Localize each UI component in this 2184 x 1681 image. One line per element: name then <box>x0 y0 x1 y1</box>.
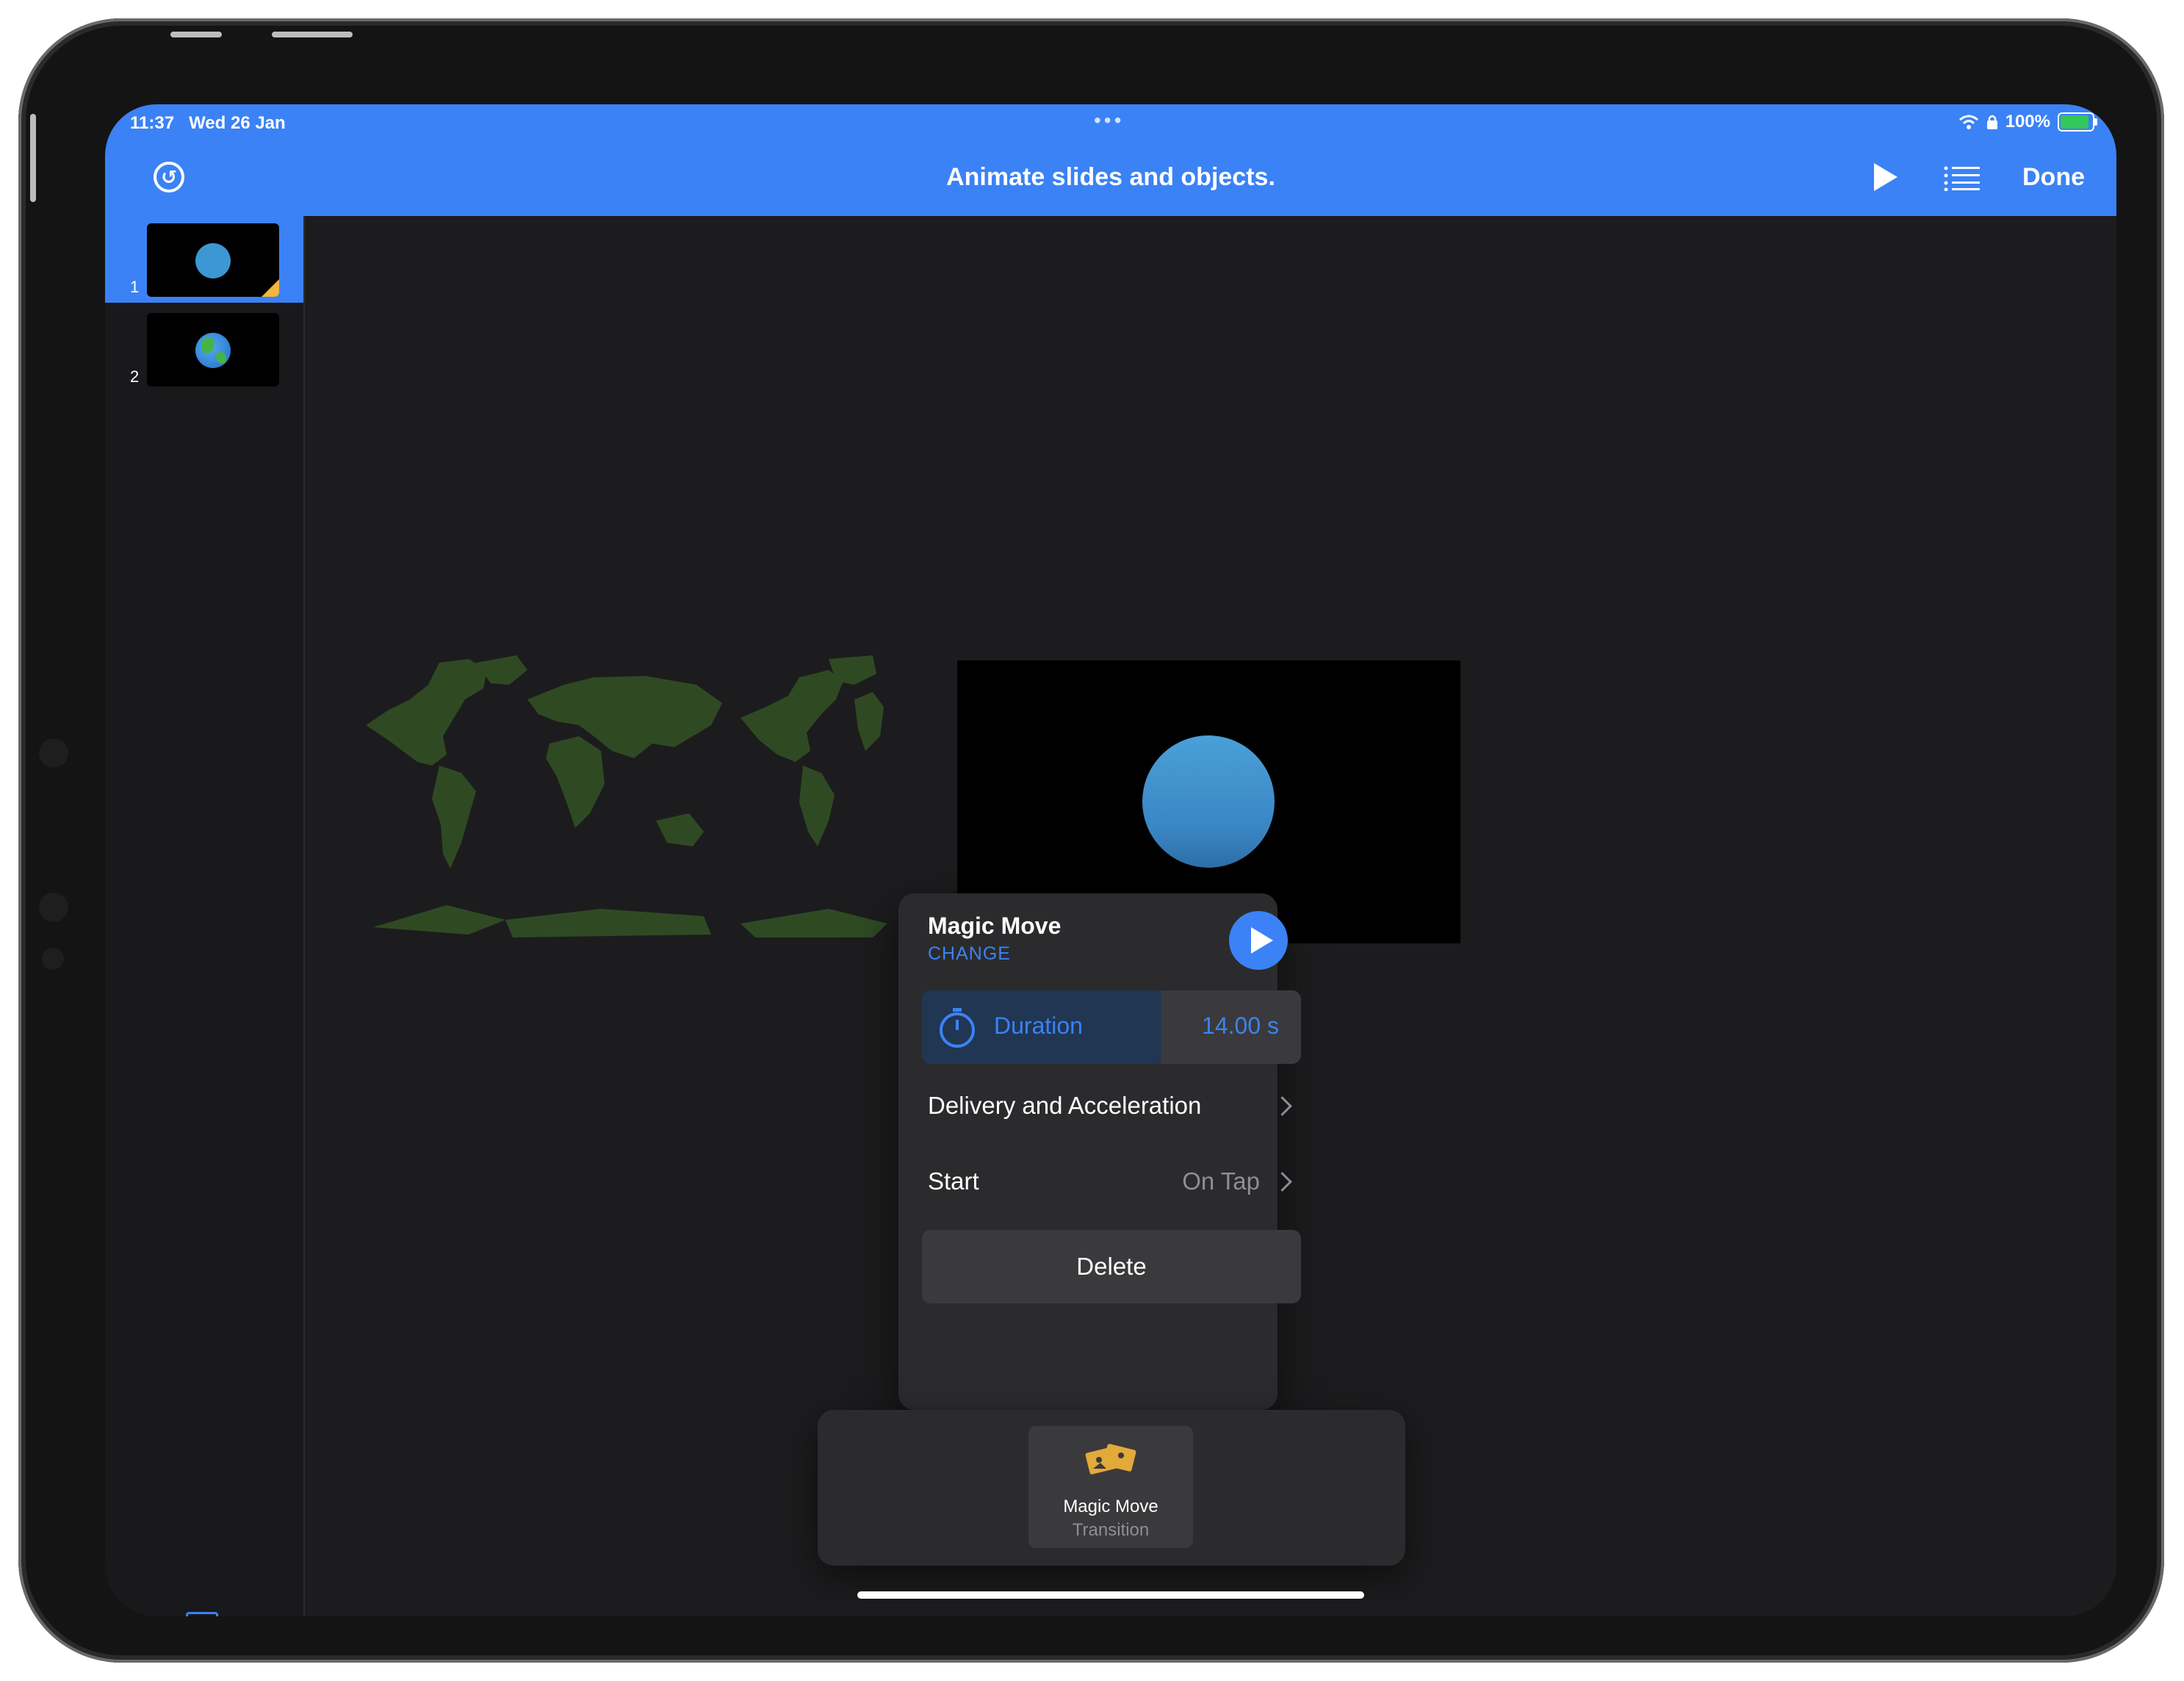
top-toolbar: 11:37 Wed 26 Jan ••• 100% ↺ Animate slid… <box>105 104 2116 216</box>
side-button <box>30 114 36 202</box>
home-indicator[interactable] <box>857 1591 1364 1599</box>
slide-navigator: 1 2 + <box>105 216 305 1616</box>
duration-slider[interactable]: Duration 14.00 s <box>922 990 1301 1064</box>
status-time: 11:37 Wed 26 Jan <box>130 113 286 134</box>
delivery-label: Delivery and Acceleration <box>928 1092 1202 1119</box>
animation-popover: Magic Move CHANGE Duration 14.00 s Deliv… <box>898 893 1301 1410</box>
volume-button <box>272 32 353 37</box>
status-date: Wed 26 Jan <box>189 113 286 133</box>
multitasking-dots[interactable]: ••• <box>1094 109 1124 132</box>
screen: 11:37 Wed 26 Jan ••• 100% ↺ Animate slid… <box>105 104 2116 1616</box>
battery-icon <box>2058 112 2097 132</box>
battery-fill <box>2061 115 2089 129</box>
play-icon[interactable] <box>1874 163 1898 191</box>
volume-button <box>170 32 222 37</box>
duration-label: Duration <box>994 1012 1083 1039</box>
ipad-frame: 11:37 Wed 26 Jan ••• 100% ↺ Animate slid… <box>18 18 2164 1663</box>
camera-sensor <box>39 738 68 768</box>
ball-shape <box>195 243 231 278</box>
transition-item-label: Magic Move <box>1063 1497 1158 1516</box>
done-button[interactable]: Done <box>2022 163 2085 192</box>
slide-thumbnail-2[interactable]: 2 <box>105 306 303 392</box>
list-icon[interactable] <box>1943 166 1980 191</box>
change-transition-button[interactable]: CHANGE <box>928 943 1011 965</box>
slide-thumbnail-1[interactable]: 1 <box>105 216 303 303</box>
slide-preview <box>147 223 279 297</box>
magic-move-icon <box>1085 1444 1136 1475</box>
chevron-right-icon <box>1272 1096 1292 1116</box>
status-right: 100% <box>1958 112 2097 132</box>
toolbar-title: Animate slides and objects. <box>946 163 1275 191</box>
camera-sensor <box>42 948 64 970</box>
transition-item-sublabel: Transition <box>1072 1520 1150 1540</box>
start-label: Start <box>928 1167 979 1195</box>
chevron-right-icon <box>1272 1172 1292 1192</box>
start-value: On Tap <box>1182 1167 1260 1195</box>
slide-preview <box>147 313 279 386</box>
lock-rotation-icon <box>1986 115 1997 129</box>
stopwatch-icon <box>940 1008 975 1048</box>
duration-value: 14.00 s <box>1202 1012 1279 1039</box>
preview-play-button[interactable] <box>1229 911 1288 970</box>
start-row[interactable]: Start On Tap <box>928 1167 1295 1212</box>
status-clock: 11:37 <box>130 113 175 133</box>
wifi-icon <box>1958 115 1978 129</box>
add-slide-button[interactable]: + <box>186 1612 218 1616</box>
delete-button[interactable]: Delete <box>922 1230 1301 1303</box>
slide-number: 1 <box>130 278 140 296</box>
battery-percent: 100% <box>2005 112 2050 132</box>
earth-icon <box>195 333 231 368</box>
ball-shape[interactable] <box>1142 735 1275 868</box>
transition-marker-icon <box>262 279 279 297</box>
slide-number: 2 <box>130 367 140 386</box>
camera-sensor <box>39 893 68 922</box>
magic-move-transition-item[interactable]: Magic Move Transition <box>1028 1426 1193 1548</box>
transition-tray: Magic Move Transition <box>818 1410 1405 1566</box>
transition-name: Magic Move <box>928 913 1062 939</box>
delivery-acceleration-row[interactable]: Delivery and Acceleration <box>928 1092 1295 1136</box>
